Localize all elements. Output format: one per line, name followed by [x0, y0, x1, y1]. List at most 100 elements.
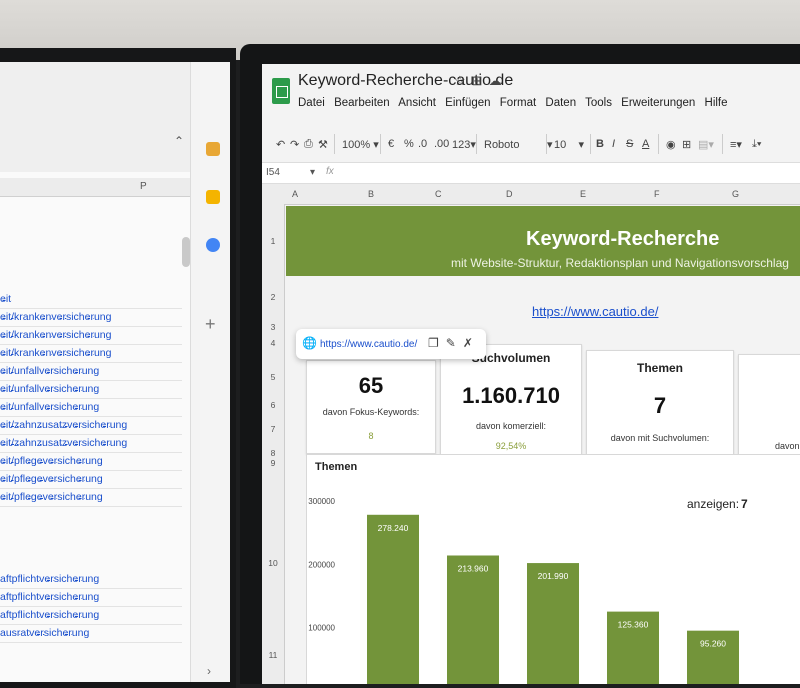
row-6[interactable]: 6	[262, 400, 284, 410]
print-icon[interactable]: ⎙	[304, 138, 313, 151]
move-icon[interactable]: ⊞	[472, 73, 489, 88]
font-select[interactable]: Roboto ▾	[484, 138, 553, 151]
column-f[interactable]: F	[654, 189, 660, 199]
undo-icon[interactable]: ↶	[276, 138, 285, 151]
site-link[interactable]: https://www.cautio.de/	[532, 304, 658, 319]
font-size-select[interactable]: 10 ▾	[554, 138, 584, 151]
column-g[interactable]: G	[732, 189, 739, 199]
card-themes-number: 7	[653, 393, 667, 418]
italic-button[interactable]: I	[612, 138, 615, 150]
link-text: eit/krankenversicherung	[0, 329, 112, 341]
link-cell[interactable]: aftpflichtversicherung	[0, 606, 182, 625]
collapse-icon[interactable]: ⌃	[174, 134, 184, 148]
link-cell[interactable]: ausratversicherung	[0, 624, 182, 643]
menu-edit[interactable]: Bearbeiten	[334, 97, 390, 109]
card-volume-label: davon komerziell:	[475, 421, 547, 431]
cell-ref-dropdown-icon[interactable]: ▾	[310, 167, 315, 178]
currency-button[interactable]: €	[388, 138, 394, 150]
menu-insert[interactable]: Einfügen	[445, 97, 490, 109]
left-column-header[interactable]: P	[0, 178, 190, 197]
popup-url[interactable]: https://www.cautio.de/	[320, 339, 417, 350]
globe-icon: 🌐	[302, 336, 317, 350]
increase-decimal-button[interactable]: .00	[434, 138, 449, 150]
copy-link-icon[interactable]: ❐	[428, 336, 446, 350]
valign-icon[interactable]: ⤓▾	[752, 138, 761, 151]
cloud-icon[interactable]: ☁	[489, 73, 508, 88]
calendar-icon[interactable]	[206, 142, 220, 156]
link-cell[interactable]: eit/unfallversicherung	[0, 398, 182, 417]
row-4[interactable]: 4	[262, 338, 284, 348]
cell-reference[interactable]: I54	[266, 167, 280, 178]
link-preview-popup: 🌐 https://www.cautio.de/ ❐✎✗	[296, 329, 486, 359]
row-5[interactable]: 5	[262, 372, 284, 382]
link-text: eit/zahnzusatzversicherung	[0, 419, 128, 431]
card-volume-number: 1.160.710	[462, 383, 560, 408]
percent-button[interactable]: %	[404, 138, 414, 150]
column-b[interactable]: B	[368, 189, 374, 199]
link-cell[interactable]: eit/pflegeversicherung	[0, 452, 182, 471]
menu-view[interactable]: Ansicht	[398, 97, 436, 109]
link-text: aftpflichtversicherung	[0, 573, 100, 585]
column-d[interactable]: D	[506, 189, 513, 199]
tasks-icon[interactable]	[206, 238, 220, 252]
banner-subtitle: mit Website-Struktur, Redaktionsplan und…	[451, 256, 789, 270]
link-cell[interactable]: eit/krankenversicherung	[0, 344, 182, 363]
row-11[interactable]: 11	[262, 650, 284, 660]
add-addon-icon[interactable]: +	[205, 314, 216, 335]
remove-link-icon[interactable]: ✗	[463, 336, 480, 350]
fill-color-icon[interactable]: ◉	[666, 138, 676, 151]
link-cell[interactable]: aftpflichtversicherung	[0, 588, 182, 607]
zoom-select[interactable]: 100% ▾	[342, 138, 379, 151]
link-text: aftpflichtversicherung	[0, 591, 100, 603]
menu-format[interactable]: Format	[500, 97, 536, 109]
link-cell[interactable]: eit/unfallversicherung	[0, 362, 182, 381]
bar-value-label: 213.960	[458, 563, 489, 573]
bar	[527, 563, 579, 684]
link-text: eit/pflegeversicherung	[0, 473, 103, 485]
link-cell[interactable]: eit/unfallversicherung	[0, 380, 182, 399]
bold-button[interactable]: B	[596, 138, 604, 150]
merge-cells-icon[interactable]: ▤▾	[698, 138, 714, 151]
link-cell[interactable]: eit/pflegeversicherung	[0, 488, 182, 507]
menu-data[interactable]: Daten	[545, 97, 576, 109]
decrease-decimal-button[interactable]: .0	[418, 138, 427, 150]
link-cell[interactable]: eit/krankenversicherung	[0, 308, 182, 327]
borders-icon[interactable]: ⊞	[682, 138, 691, 151]
edit-link-icon[interactable]: ✎	[446, 336, 463, 350]
row-9[interactable]: 9	[262, 458, 284, 468]
column-e[interactable]: E	[580, 189, 586, 199]
paint-format-icon[interactable]: ⚒	[318, 138, 328, 151]
bar	[447, 555, 499, 684]
strikethrough-button[interactable]: S	[626, 138, 633, 150]
menu-help[interactable]: Hilfe	[705, 97, 728, 109]
link-text: ausratversicherung	[0, 627, 90, 639]
link-cell[interactable]: eit/zahnzusatzversicherung	[0, 416, 182, 435]
menu-file[interactable]: Datei	[298, 97, 325, 109]
menu-extensions[interactable]: Erweiterungen	[621, 97, 695, 109]
row-1[interactable]: 1	[262, 236, 284, 246]
column-c[interactable]: C	[435, 189, 442, 199]
column-a[interactable]: A	[292, 189, 298, 199]
star-icon[interactable]: ☆	[454, 73, 472, 88]
row-2[interactable]: 2	[262, 292, 284, 302]
fx-label: fx	[326, 166, 334, 177]
link-cell[interactable]: eit/zahnzusatzversicherung	[0, 434, 182, 453]
scrollbar[interactable]	[182, 237, 190, 267]
row-7[interactable]: 7	[262, 424, 284, 434]
row-10[interactable]: 10	[262, 558, 284, 568]
number-format-select[interactable]: 123▾	[452, 138, 476, 151]
redo-icon[interactable]: ↷	[290, 138, 299, 151]
link-cell[interactable]: eit/pflegeversicherung	[0, 470, 182, 489]
row-8[interactable]: 8	[262, 448, 284, 458]
keep-icon[interactable]	[206, 190, 220, 204]
sheets-logo-icon[interactable]	[272, 78, 290, 104]
link-cell[interactable]: eit	[0, 290, 182, 309]
y-tick-label: 200000	[308, 560, 335, 569]
expand-icon[interactable]: ›	[207, 664, 211, 678]
text-color-button[interactable]: A	[642, 138, 649, 150]
link-cell[interactable]: aftpflichtversicherung	[0, 570, 182, 589]
menu-tools[interactable]: Tools	[585, 97, 612, 109]
link-cell[interactable]: eit/krankenversicherung	[0, 326, 182, 345]
row-3[interactable]: 3	[262, 322, 284, 332]
align-icon[interactable]: ≡▾	[730, 138, 742, 151]
